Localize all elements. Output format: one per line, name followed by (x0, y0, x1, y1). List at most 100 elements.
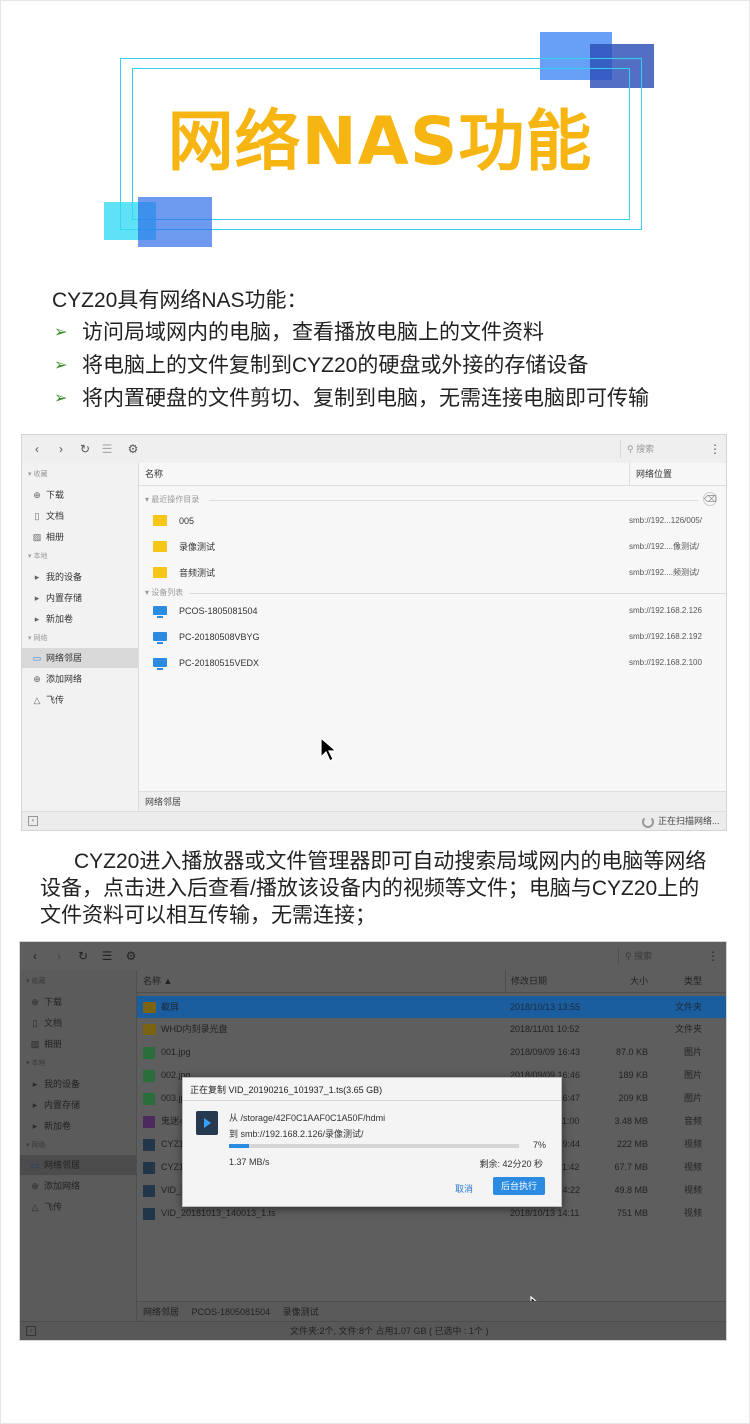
gear-icon[interactable]: ⚙ (124, 949, 138, 963)
breadcrumb-item[interactable]: PCOS-1805081504 (192, 1307, 271, 1317)
divider (209, 500, 698, 501)
sidebar-item-network-neighborhood[interactable]: ▭ 网络邻居 (20, 1155, 136, 1175)
video-file-icon (196, 1111, 218, 1135)
computer-icon (153, 658, 167, 670)
breadcrumb-item[interactable]: 录像测试 (283, 1307, 319, 1317)
trash-icon[interactable]: ⌫ (703, 492, 717, 506)
caret-right-icon: ▸ (34, 614, 40, 624)
sidebar-item-documents[interactable]: ▯ 文档 (22, 506, 138, 526)
fly-transfer-icon: △ (31, 1202, 39, 1212)
sidebar-item-fly-transfer[interactable]: △ 飞传 (22, 690, 138, 710)
video-file-icon (143, 1162, 155, 1174)
file-row[interactable]: 001.jpg 2018/09/09 16:43 87.0 KB 图片 (137, 1041, 726, 1064)
copy-progress-dialog: 正在复制 VID_20190216_101937_1.ts(3.65 GB) 从… (182, 1077, 562, 1207)
copy-destination-path: 到 smb://192.168.2.126/录像测试/ (229, 1129, 364, 1139)
recent-folder-row[interactable]: 音频测试 smb://192....频测试/ (139, 561, 726, 585)
sidebar-item-add-network[interactable]: ⊕ 添加网络 (20, 1176, 136, 1196)
description-text: CYZ20进入播放器或文件管理器即可自动搜索局域网内的电脑等网络设备，点击进入后… (40, 850, 707, 927)
refresh-icon[interactable]: ↻ (78, 442, 92, 456)
sidebar-item-album[interactable]: ▨ 相册 (22, 527, 138, 547)
column-date[interactable]: 修改日期 (505, 970, 547, 992)
sidebar-item-documents[interactable]: ▯ 文档 (20, 1013, 136, 1033)
recent-folder-row[interactable]: 005 smb://192...126/005/ (139, 509, 726, 533)
intro-bullet-text: 将内置硬盘的文件剪切、复制到电脑，无需连接电脑即可传输 (82, 387, 649, 410)
sidebar-item-album[interactable]: ▨ 相册 (20, 1034, 136, 1054)
more-menu-icon[interactable]: ⋮ (706, 949, 720, 963)
collapse-sidebar-icon[interactable]: ‹ (28, 816, 38, 826)
sidebar-group-local: ▾ 本地 (26, 1060, 46, 1067)
forward-arrow-icon[interactable]: › (52, 949, 66, 963)
file-row[interactable]: WHD内刻录光盘 2018/11/01 10:52 文件夹 (137, 1018, 726, 1041)
file-manager-window-network: ‹ › ↻ ☰ ⚙ ⚲ 搜索 ⋮ ▾ 收藏 ⊕ 下载 ▯ 文档 ▨ 相册 ▾ 本地 ▸… (21, 434, 727, 831)
collapse-sidebar-icon[interactable]: ‹ (26, 1326, 36, 1336)
decor-square-royal (138, 197, 212, 247)
progress-percent: 7% (533, 1140, 547, 1150)
device-row[interactable]: PC-20180515VEDX smb://192.168.2.100 (139, 651, 726, 675)
computer-icon (153, 632, 167, 644)
forward-arrow-icon[interactable]: › (54, 442, 68, 456)
recent-folder-row[interactable]: 录像测试 smb://192....像测试/ (139, 535, 726, 559)
column-name[interactable]: 名称 ▲ (143, 970, 172, 992)
cancel-button[interactable]: 取消 (455, 1182, 473, 1195)
back-arrow-icon[interactable]: ‹ (30, 442, 44, 456)
folder-icon (143, 1002, 156, 1013)
sidebar-item-my-device[interactable]: ▸ 我的设备 (22, 567, 138, 587)
column-type[interactable]: 类型 (684, 970, 702, 992)
mouse-cursor-icon (320, 737, 337, 762)
image-file-icon (143, 1093, 155, 1105)
image-file-icon (143, 1070, 155, 1082)
list-view-icon[interactable]: ☰ (100, 949, 114, 963)
network-icon: ▭ (30, 1160, 40, 1170)
caret-right-icon: ▸ (34, 593, 40, 603)
progress-fill (229, 1144, 250, 1148)
folder-icon (153, 567, 167, 578)
caret-right-icon: ▸ (32, 1121, 38, 1131)
breadcrumb-item[interactable]: 网络邻居 (143, 1307, 179, 1317)
image-icon: ▨ (30, 1039, 40, 1049)
fly-transfer-icon: △ (33, 695, 41, 705)
refresh-icon[interactable]: ↻ (76, 949, 90, 963)
dialog-title: 正在复制 VID_20190216_101937_1.ts(3.65 GB) (190, 1085, 383, 1095)
sidebar-item-my-device[interactable]: ▸ 我的设备 (20, 1074, 136, 1094)
divider (183, 1100, 561, 1101)
sidebar-item-new-volume[interactable]: ▸ 新加卷 (22, 609, 138, 629)
list-view-icon[interactable]: ☰ (100, 442, 114, 456)
intro-bullet: ➢ 将电脑上的文件复制到CYZ20的硬盘或外接的存储设备 (52, 350, 732, 382)
sidebar-item-downloads[interactable]: ⊕ 下载 (20, 992, 136, 1012)
sidebar-item-add-network[interactable]: ⊕ 添加网络 (22, 669, 138, 689)
column-size[interactable]: 大小 (630, 970, 648, 992)
device-row[interactable]: PC-20180508VBYG smb://192.168.2.192 (139, 625, 726, 649)
more-menu-icon[interactable]: ⋮ (708, 442, 722, 456)
sidebar-item-internal-storage[interactable]: ▸ 内置存储 (20, 1095, 136, 1115)
loading-spinner-icon (642, 816, 654, 828)
network-icon: ▭ (32, 653, 42, 663)
breadcrumb-item[interactable]: 网络邻居 (145, 797, 181, 807)
sidebar-item-downloads[interactable]: ⊕ 下载 (22, 485, 138, 505)
run-in-background-button[interactable]: 后台执行 (493, 1177, 545, 1195)
search-placeholder: 搜索 (636, 444, 655, 454)
sidebar: ▾ 收藏 ⊕ 下载 ▯ 文档 ▨ 相册 ▾ 本地 ▸ 我的设备 ▸ 内置存储 ▸ 新加卷 ▾… (22, 463, 139, 812)
file-row[interactable]: 截屏 2018/10/13 13:55 文件夹 (137, 996, 726, 1018)
divider (189, 593, 726, 594)
add-circle-icon: ⊕ (31, 1181, 39, 1191)
sidebar-item-fly-transfer[interactable]: △ 飞传 (20, 1197, 136, 1217)
transfer-speed: 1.37 MB/s (229, 1157, 270, 1167)
copy-source-path: 从 /storage/42F0C1AAF0C1A50F/hdmi (229, 1113, 386, 1123)
audio-file-icon (143, 1116, 155, 1128)
column-name[interactable]: 名称 (145, 463, 163, 485)
column-location[interactable]: 网络位置 (629, 463, 672, 485)
arrow-bullet-icon: ➢ (54, 390, 68, 407)
sidebar-item-new-volume[interactable]: ▸ 新加卷 (20, 1116, 136, 1136)
sidebar-item-internal-storage[interactable]: ▸ 内置存储 (22, 588, 138, 608)
download-icon: ⊕ (31, 997, 39, 1007)
gear-icon[interactable]: ⚙ (126, 442, 140, 456)
download-icon: ⊕ (33, 490, 41, 500)
back-arrow-icon[interactable]: ‹ (28, 949, 42, 963)
search-input[interactable]: ⚲ 搜索 (618, 947, 709, 965)
device-row[interactable]: PCOS-1805081504 smb://192.168.2.126 (139, 599, 726, 623)
search-input[interactable]: ⚲ 搜索 (620, 440, 711, 458)
document-icon: ▯ (34, 511, 40, 521)
column-headers: 名称 网络位置 (139, 463, 726, 486)
folder-icon (153, 541, 167, 552)
sidebar-item-network-neighborhood[interactable]: ▭ 网络邻居 (22, 648, 138, 668)
